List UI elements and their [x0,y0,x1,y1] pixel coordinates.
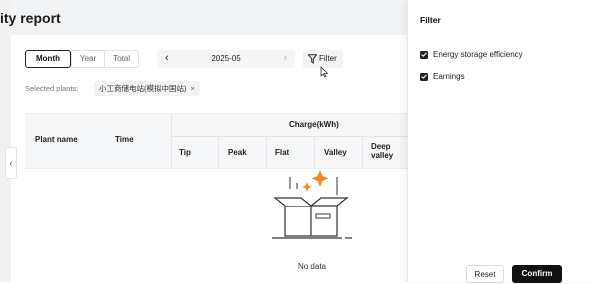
option-label: Earnings [433,72,465,81]
header-divider [171,114,172,168]
date-picker[interactable]: ‹ 2025-05 › [157,50,295,68]
page-header-background [11,0,407,35]
header-divider [362,136,363,168]
date-value: 2025-05 [211,54,241,63]
plant-tag-label: 小工商储电站(模拟中国站) [99,84,187,93]
column-valley: Valley [324,148,347,157]
filter-icon [308,54,317,64]
plant-tag: 小工商储电站(模拟中国站) × [94,81,200,96]
empty-state-text: No data [297,262,327,271]
header-divider [171,136,407,137]
header-divider [314,136,315,168]
column-time: Time [115,135,134,144]
column-charge-group: Charge(kWh) [289,120,339,129]
period-segmented-control: Month Year Total [25,50,140,68]
column-tip: Tip [179,148,191,157]
collapse-arrow-icon[interactable]: ‹ [5,147,17,179]
header-divider [266,136,267,168]
column-plant-name: Plant name [35,135,78,144]
tab-month[interactable]: Month [25,50,71,68]
tab-year[interactable]: Year [71,50,105,68]
tab-total[interactable]: Total [104,50,140,68]
cursor-icon [320,66,329,78]
empty-box-icon [272,170,352,239]
column-peak: Peak [228,148,247,157]
option-label: Energy storage efficiency [433,50,523,59]
option-earnings[interactable]: Earnings [420,72,465,81]
selected-plants-label: Selected plants: [25,84,79,93]
table-header: Plant name Time Charge(kWh) Tip Peak Fla… [25,113,407,169]
column-flat: Flat [275,148,290,157]
checkbox-icon[interactable] [420,72,428,81]
column-deep-valley: Deep valley [371,142,394,160]
reset-button[interactable]: Reset [466,265,504,283]
filter-panel: Filter Energy storage efficiency Earning… [407,0,594,283]
close-icon[interactable]: × [191,84,195,93]
page-left-background [0,0,11,282]
page-title: ity report [0,10,61,26]
header-divider [218,136,219,168]
confirm-button[interactable]: Confirm [512,265,562,283]
chevron-right-icon[interactable]: › [283,52,287,64]
filter-panel-title: Filter [420,15,441,25]
option-energy-storage-efficiency[interactable]: Energy storage efficiency [420,50,523,59]
checkbox-icon[interactable] [420,50,428,59]
